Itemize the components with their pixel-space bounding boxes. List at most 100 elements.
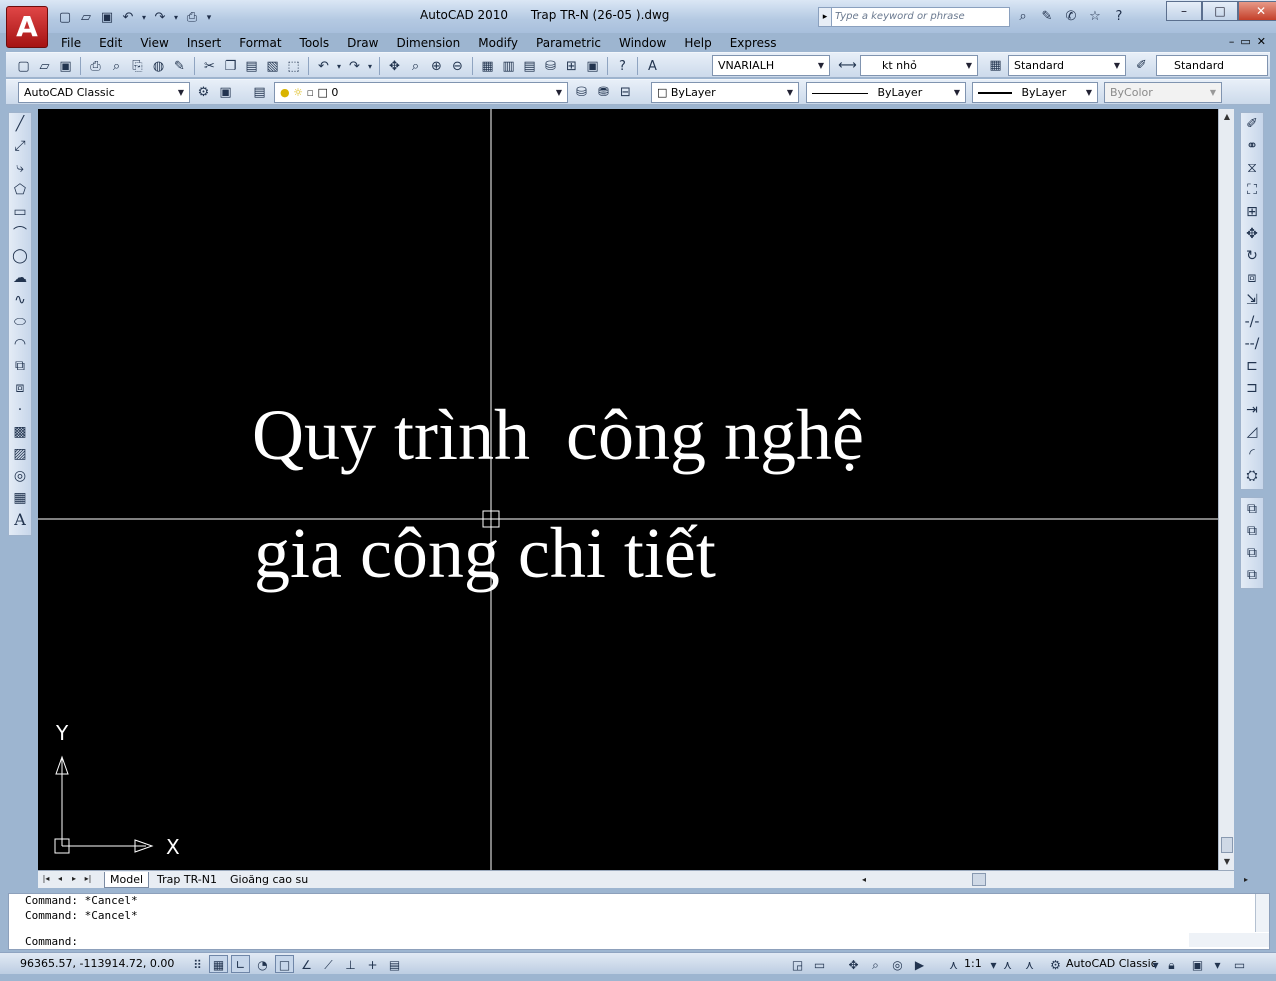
command-scrollbar[interactable] xyxy=(1255,894,1269,932)
table-style-select[interactable]: Standard ▼ xyxy=(1008,55,1126,76)
array-icon[interactable]: ⊞ xyxy=(1241,201,1263,223)
offset-icon[interactable]: ⛶ xyxy=(1241,179,1263,201)
doc-minimize-button[interactable]: – xyxy=(1229,35,1235,48)
break-at-point-icon[interactable]: ⊏ xyxy=(1241,355,1263,377)
block-editor-icon[interactable]: ⬚ xyxy=(284,57,303,76)
menu-dimension[interactable]: Dimension xyxy=(387,34,469,52)
clean-screen-icon[interactable]: ▭ xyxy=(1230,955,1249,973)
trim-icon[interactable]: -/- xyxy=(1241,311,1263,333)
grid-display-icon[interactable]: ▦ xyxy=(209,955,228,973)
menu-modify[interactable]: Modify xyxy=(469,34,527,52)
hatch-icon[interactable]: ▩ xyxy=(9,421,31,443)
vertical-scrollbar[interactable]: ▲ ▼ xyxy=(1218,109,1234,870)
send-to-back-icon[interactable]: ⧉ xyxy=(1241,520,1263,542)
menu-format[interactable]: Format xyxy=(230,34,290,52)
snap-mode-icon[interactable]: ⠿ xyxy=(188,955,207,973)
dimension-style-select[interactable]: kt nhỏ ▼ xyxy=(860,55,978,76)
menu-draw[interactable]: Draw xyxy=(338,34,387,52)
workspace-switching-icon[interactable]: ⚙ xyxy=(1046,955,1065,973)
spline-icon[interactable]: ∿ xyxy=(9,289,31,311)
multileader-style-icon[interactable]: ✐ xyxy=(1132,56,1151,75)
dynamic-ucs-icon[interactable]: ⟋ xyxy=(319,955,338,973)
layer-properties-icon[interactable]: ▤ xyxy=(250,83,269,102)
ellipse-arc-icon[interactable]: ◠ xyxy=(9,333,31,355)
steering-wheel-icon[interactable]: ◎ xyxy=(888,955,907,973)
3d-print-icon[interactable]: ◍ xyxy=(149,57,168,76)
make-block-icon[interactable]: ⧈ xyxy=(9,377,31,399)
point-icon[interactable]: · xyxy=(9,399,31,421)
bring-above-icon[interactable]: ⧉ xyxy=(1241,542,1263,564)
close-button[interactable]: ✕ xyxy=(1238,1,1276,21)
object-snap-icon[interactable]: □ xyxy=(275,955,294,973)
layer-select[interactable]: ● ☼ ▫ □ 0 ▼ xyxy=(274,82,568,103)
mirror-icon[interactable]: ⧖ xyxy=(1241,157,1263,179)
construction-line-icon[interactable]: ⤢ xyxy=(9,135,31,157)
redo-dropdown-icon[interactable]: ▾ xyxy=(172,9,180,27)
table-style-icon[interactable]: ▦ xyxy=(986,56,1005,75)
menu-edit[interactable]: Edit xyxy=(90,34,131,52)
annotation-scale-icon[interactable]: ⋏ xyxy=(944,955,963,973)
rotate-icon[interactable]: ↻ xyxy=(1241,245,1263,267)
plot-icon[interactable]: ⎙ xyxy=(86,57,105,76)
command-prompt[interactable]: Command: xyxy=(25,935,78,948)
search-input[interactable]: Type a keyword or phrase xyxy=(818,7,1010,27)
coordinates-readout[interactable]: 96365.57, -113914.72, 0.00 xyxy=(20,957,174,970)
menu-help[interactable]: Help xyxy=(675,34,720,52)
explode-icon[interactable]: ⛭ xyxy=(1241,465,1263,487)
maximize-button[interactable]: □ xyxy=(1202,1,1238,21)
zoom-realtime-icon[interactable]: ⌕ xyxy=(406,57,425,76)
undo-dropdown-icon[interactable]: ▾ xyxy=(140,9,148,27)
break-icon[interactable]: ⊐ xyxy=(1241,377,1263,399)
help-icon[interactable]: ? xyxy=(613,57,632,76)
qat-customize-icon[interactable]: ▾ xyxy=(204,9,214,27)
move-icon[interactable]: ✥ xyxy=(1241,223,1263,245)
minimize-button[interactable]: – xyxy=(1166,1,1202,21)
menu-file[interactable]: File xyxy=(52,34,90,52)
search-icon[interactable]: ⌕ xyxy=(1013,7,1033,27)
workspace-settings-icon[interactable]: ⚙ xyxy=(194,83,213,102)
scroll-left-icon[interactable]: ◂ xyxy=(858,873,870,887)
search-expand-icon[interactable]: ▸ xyxy=(818,7,832,27)
publish-icon[interactable]: ⎘ xyxy=(128,57,147,76)
plot-icon[interactable]: ⎙ xyxy=(183,9,201,27)
layer-previous-icon[interactable]: ⛃ xyxy=(594,83,613,102)
zoom-previous-icon[interactable]: ⊖ xyxy=(448,57,467,76)
tab-gioang-cao-su[interactable]: Gioăng cao su xyxy=(225,872,313,888)
line-icon[interactable]: ╱ xyxy=(9,113,31,135)
prev-tab-icon[interactable]: ◂ xyxy=(54,872,66,886)
menu-express[interactable]: Express xyxy=(721,34,786,52)
zoom-window-icon[interactable]: ⊕ xyxy=(427,57,446,76)
text-style-select[interactable]: VNARIALH ▼ xyxy=(712,55,830,76)
polygon-icon[interactable]: ⬠ xyxy=(9,179,31,201)
status-menu-icon[interactable]: ▾ xyxy=(1208,955,1227,973)
circle-icon[interactable]: ◯ xyxy=(9,245,31,267)
workspace-save-icon[interactable]: ▣ xyxy=(216,83,235,102)
erase-icon[interactable]: ✐ xyxy=(1241,113,1263,135)
chamfer-icon[interactable]: ◿ xyxy=(1241,421,1263,443)
quick-properties-icon[interactable]: ▤ xyxy=(385,955,404,973)
join-icon[interactable]: ⇥ xyxy=(1241,399,1263,421)
auto-scale-icon[interactable]: ⋏ xyxy=(1020,955,1039,973)
send-under-icon[interactable]: ⧉ xyxy=(1241,564,1263,586)
ellipse-icon[interactable]: ⬭ xyxy=(9,311,31,333)
subscription-center-icon[interactable]: ✎ xyxy=(1037,7,1057,27)
scroll-up-icon[interactable]: ▲ xyxy=(1219,109,1235,125)
scroll-down-icon[interactable]: ▼ xyxy=(1219,854,1235,870)
command-horizontal-scrollbar[interactable] xyxy=(1189,933,1269,947)
scroll-right-icon[interactable]: ▸ xyxy=(1240,873,1252,887)
paste-icon[interactable]: ▤ xyxy=(242,57,261,76)
multiline-text-icon[interactable]: A xyxy=(9,509,31,531)
pan-icon[interactable]: ✥ xyxy=(385,57,404,76)
status-workspace-value[interactable]: AutoCAD Classic xyxy=(1066,957,1157,970)
model-space-icon[interactable]: ◲ xyxy=(788,955,807,973)
open-icon[interactable]: ▱ xyxy=(77,9,95,27)
extend-icon[interactable]: --/ xyxy=(1241,333,1263,355)
horizontal-scrollbar[interactable]: ◂ ▸ xyxy=(854,872,1254,887)
linetype-select[interactable]: ByLayer ▼ xyxy=(806,82,966,103)
plot-preview-icon[interactable]: ⌕ xyxy=(107,57,126,76)
vertical-scroll-thumb[interactable] xyxy=(1221,837,1233,853)
show-lineweight-icon[interactable]: + xyxy=(363,955,382,973)
tab-trap-tr-n1[interactable]: Trap TR-N1 xyxy=(152,872,222,888)
dim-style-icon[interactable]: ⟷ xyxy=(838,56,857,75)
text-style-icon[interactable]: A xyxy=(643,57,662,76)
